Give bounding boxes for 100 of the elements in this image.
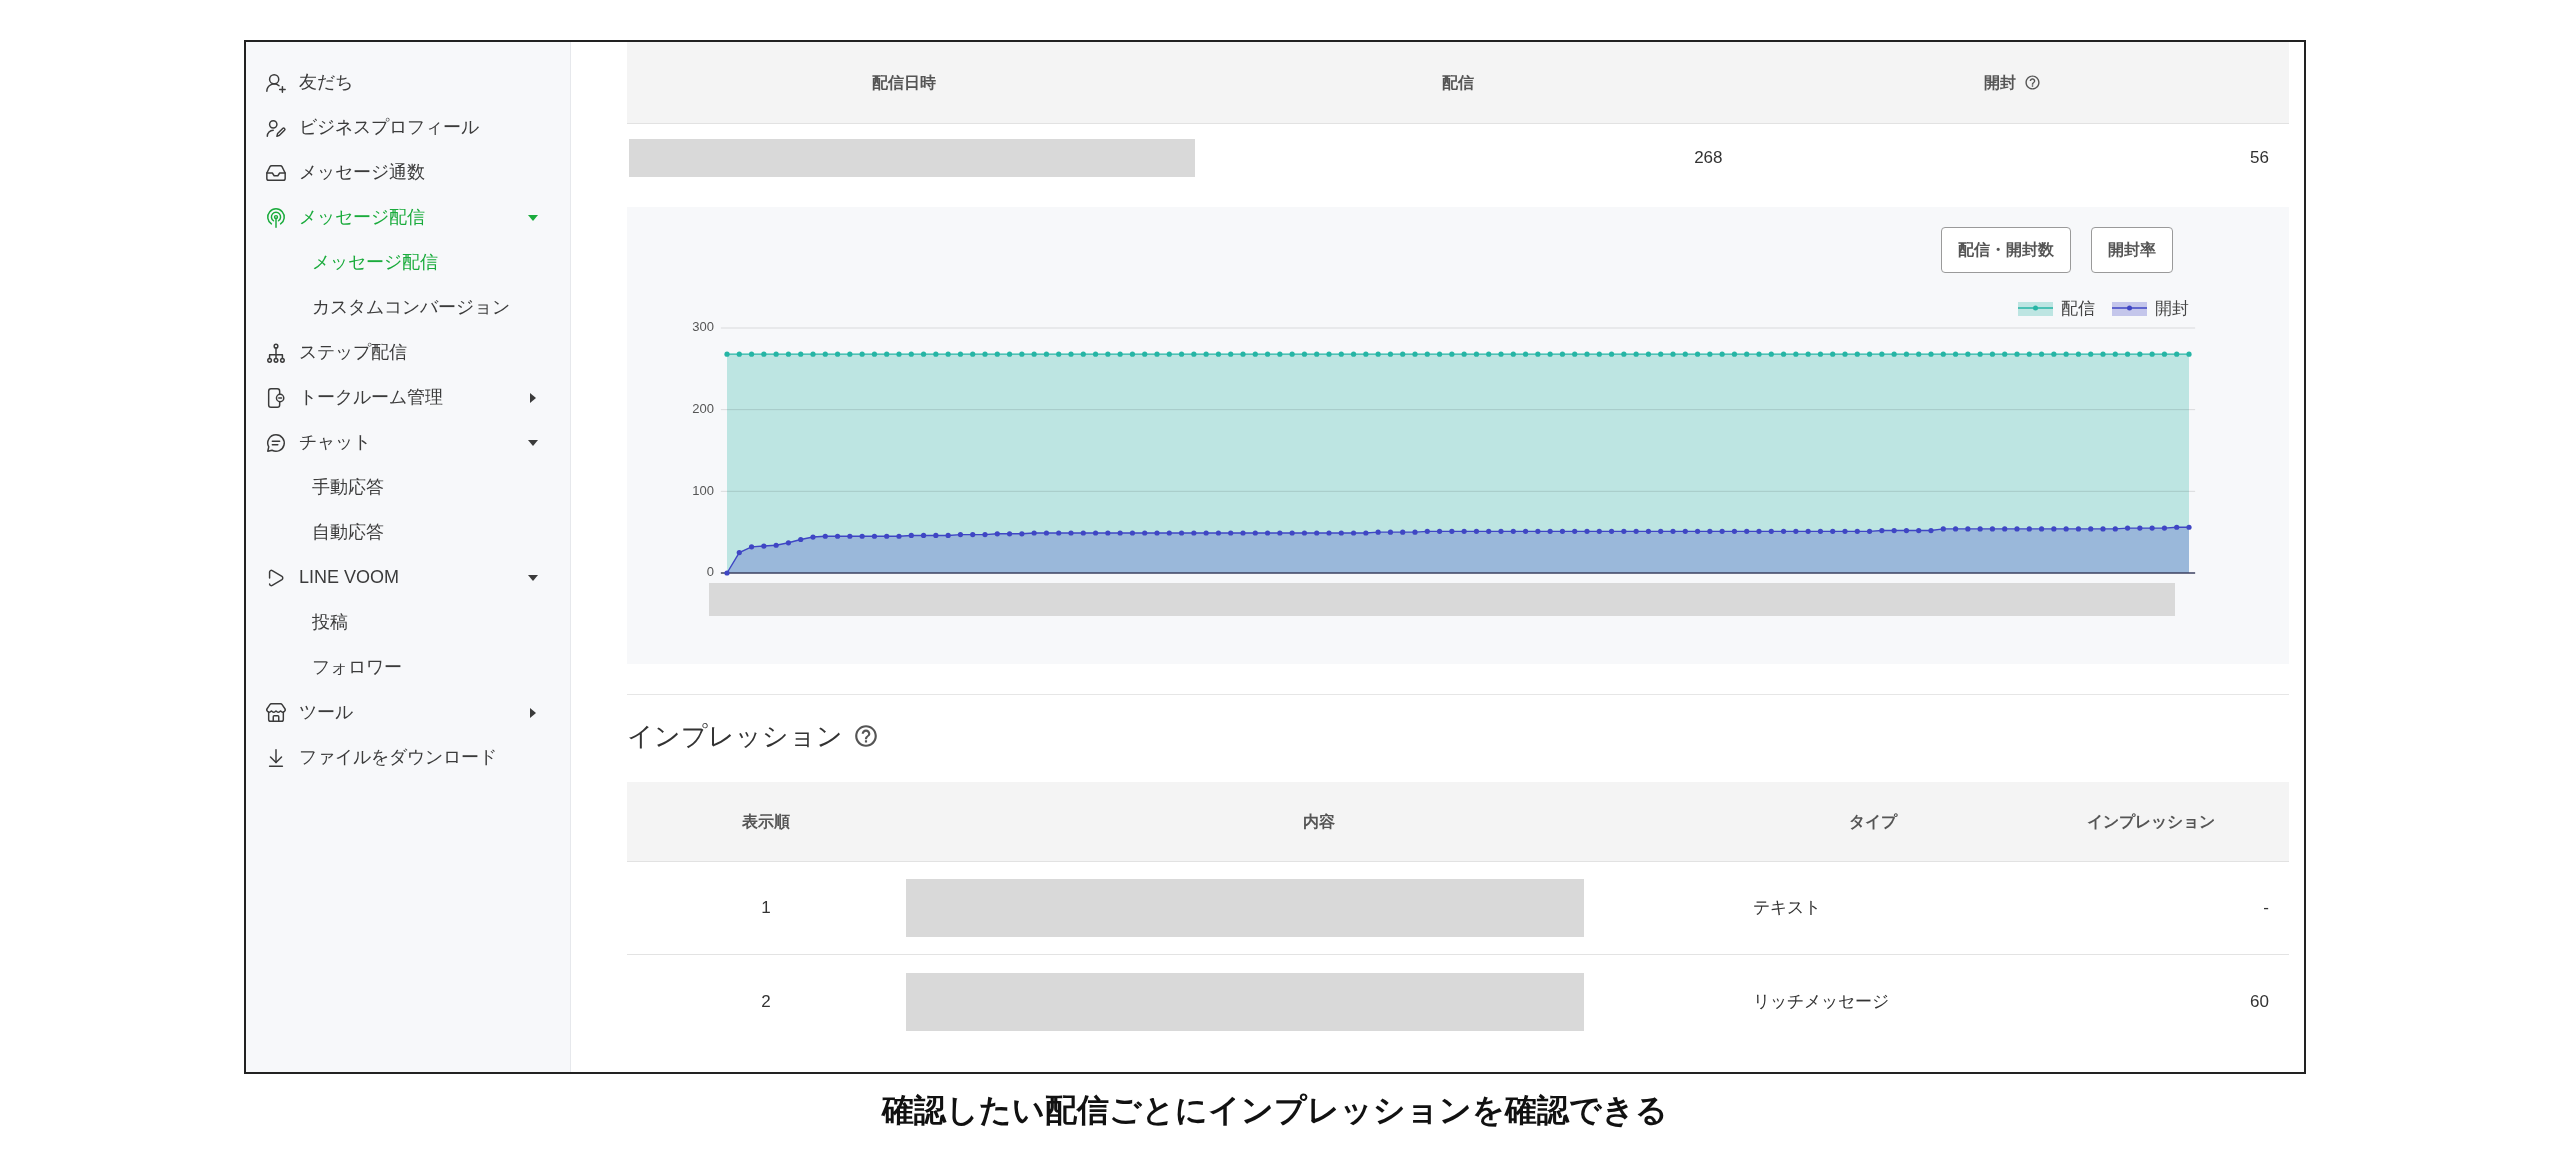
data-point xyxy=(1178,351,1185,357)
data-point xyxy=(1387,529,1394,535)
data-point xyxy=(1277,530,1283,536)
chart-mode-button[interactable]: 配信・開封数 xyxy=(1941,227,2071,273)
data-point xyxy=(1228,530,1234,536)
user-plus-icon xyxy=(265,71,287,94)
data-point xyxy=(1817,351,1824,357)
column-header: 配信日時 xyxy=(872,72,936,93)
data-point xyxy=(1707,528,1713,534)
data-point xyxy=(1879,351,1885,357)
data-point xyxy=(1203,351,1209,357)
data-point xyxy=(1449,351,1455,357)
sidebar-subitem[interactable]: フォロワー xyxy=(246,645,570,690)
sidebar-item[interactable]: ツール xyxy=(246,690,570,735)
data-point xyxy=(1424,528,1430,534)
sidebar-item[interactable]: 友だち xyxy=(246,60,570,105)
data-point xyxy=(1805,528,1811,534)
table-cell-text: 60 xyxy=(2250,990,2269,1013)
data-point xyxy=(798,536,804,543)
data-point xyxy=(1928,351,1934,357)
data-point xyxy=(724,570,730,576)
sidebar-subitem[interactable]: 投稿 xyxy=(246,600,570,645)
chart-mode-button[interactable]: 開封率 xyxy=(2091,227,2173,273)
data-point xyxy=(957,532,964,538)
sidebar-subitem[interactable]: 手動応答 xyxy=(246,465,570,510)
data-point xyxy=(1412,351,1418,357)
sidebar-item[interactable]: トークルーム管理 xyxy=(246,375,570,420)
data-point xyxy=(1252,530,1258,536)
data-point xyxy=(822,351,828,357)
sidebar-item[interactable]: メッセージ通数 xyxy=(246,150,570,195)
data-point xyxy=(982,351,988,357)
legend-label: 配信 xyxy=(2061,298,2095,321)
data-point xyxy=(1228,351,1234,357)
caption-text: 確認したい配信ごとにインプレッションを確認できる xyxy=(882,1092,1668,1128)
data-point xyxy=(1891,527,1897,534)
data-point xyxy=(1965,526,1971,532)
data-point xyxy=(1977,526,1983,532)
data-point xyxy=(1498,528,1504,534)
data-point xyxy=(982,532,988,538)
data-point xyxy=(1203,530,1209,536)
data-point xyxy=(933,351,939,357)
sidebar-item[interactable]: ファイルをダウンロード xyxy=(246,735,570,780)
column-header: タイプ xyxy=(1849,811,1897,832)
data-point xyxy=(2014,351,2020,357)
data-point xyxy=(1240,530,1246,536)
data-point xyxy=(970,532,976,538)
data-point xyxy=(1768,528,1774,534)
data-point xyxy=(1215,351,1222,357)
sidebar-item[interactable]: LINE VOOM xyxy=(246,555,570,600)
data-point xyxy=(1903,351,1910,357)
data-point xyxy=(1068,530,1074,536)
axis-tick-label: 200 xyxy=(692,401,714,417)
data-point xyxy=(884,351,890,357)
data-point xyxy=(785,351,792,357)
data-point xyxy=(1006,531,1013,537)
data-point xyxy=(896,533,902,539)
sidebar-subitem[interactable]: 自動応答 xyxy=(246,510,570,555)
data-point xyxy=(2186,351,2192,357)
data-point xyxy=(1326,530,1332,536)
data-point xyxy=(1191,530,1197,536)
data-point xyxy=(1350,351,1357,357)
sidebar-item[interactable]: チャット xyxy=(246,420,570,465)
data-point xyxy=(1154,530,1160,536)
data-point xyxy=(1940,526,1946,532)
data-point xyxy=(1498,351,1504,357)
data-point xyxy=(2161,525,2168,531)
sidebar-item[interactable]: ビジネスプロフィール xyxy=(246,105,570,150)
data-point xyxy=(1719,351,1725,357)
data-point xyxy=(2063,526,2069,532)
data-point xyxy=(1916,351,1922,357)
data-point xyxy=(1178,530,1185,536)
data-point xyxy=(1830,351,1836,357)
data-point xyxy=(1387,351,1394,357)
data-point xyxy=(1350,530,1357,536)
help-icon[interactable] xyxy=(2023,74,2041,91)
table-cell-text: テキスト xyxy=(1753,897,1821,920)
data-point xyxy=(2149,525,2155,531)
data-point xyxy=(1842,528,1848,534)
data-point xyxy=(1449,528,1455,534)
table-cell-text: - xyxy=(2263,897,2269,920)
sidebar-subitem[interactable]: カスタムコンバージョン xyxy=(246,285,570,330)
data-point xyxy=(847,351,853,357)
data-point xyxy=(1326,351,1332,357)
data-point xyxy=(1436,351,1443,357)
data-point xyxy=(1080,530,1086,536)
data-point xyxy=(859,533,865,539)
data-point xyxy=(1301,530,1308,536)
data-point xyxy=(908,351,914,357)
data-point xyxy=(1142,351,1148,357)
data-point xyxy=(1252,351,1258,357)
sidebar-item[interactable]: ステップ配信 xyxy=(246,330,570,375)
data-point xyxy=(1314,351,1320,357)
data-point xyxy=(810,351,816,357)
data-point xyxy=(761,351,767,357)
data-point xyxy=(1338,530,1344,536)
data-point xyxy=(1572,351,1578,357)
data-point xyxy=(1719,528,1725,534)
data-point xyxy=(1510,351,1516,357)
data-point xyxy=(2038,526,2045,532)
help-icon[interactable] xyxy=(853,723,879,749)
